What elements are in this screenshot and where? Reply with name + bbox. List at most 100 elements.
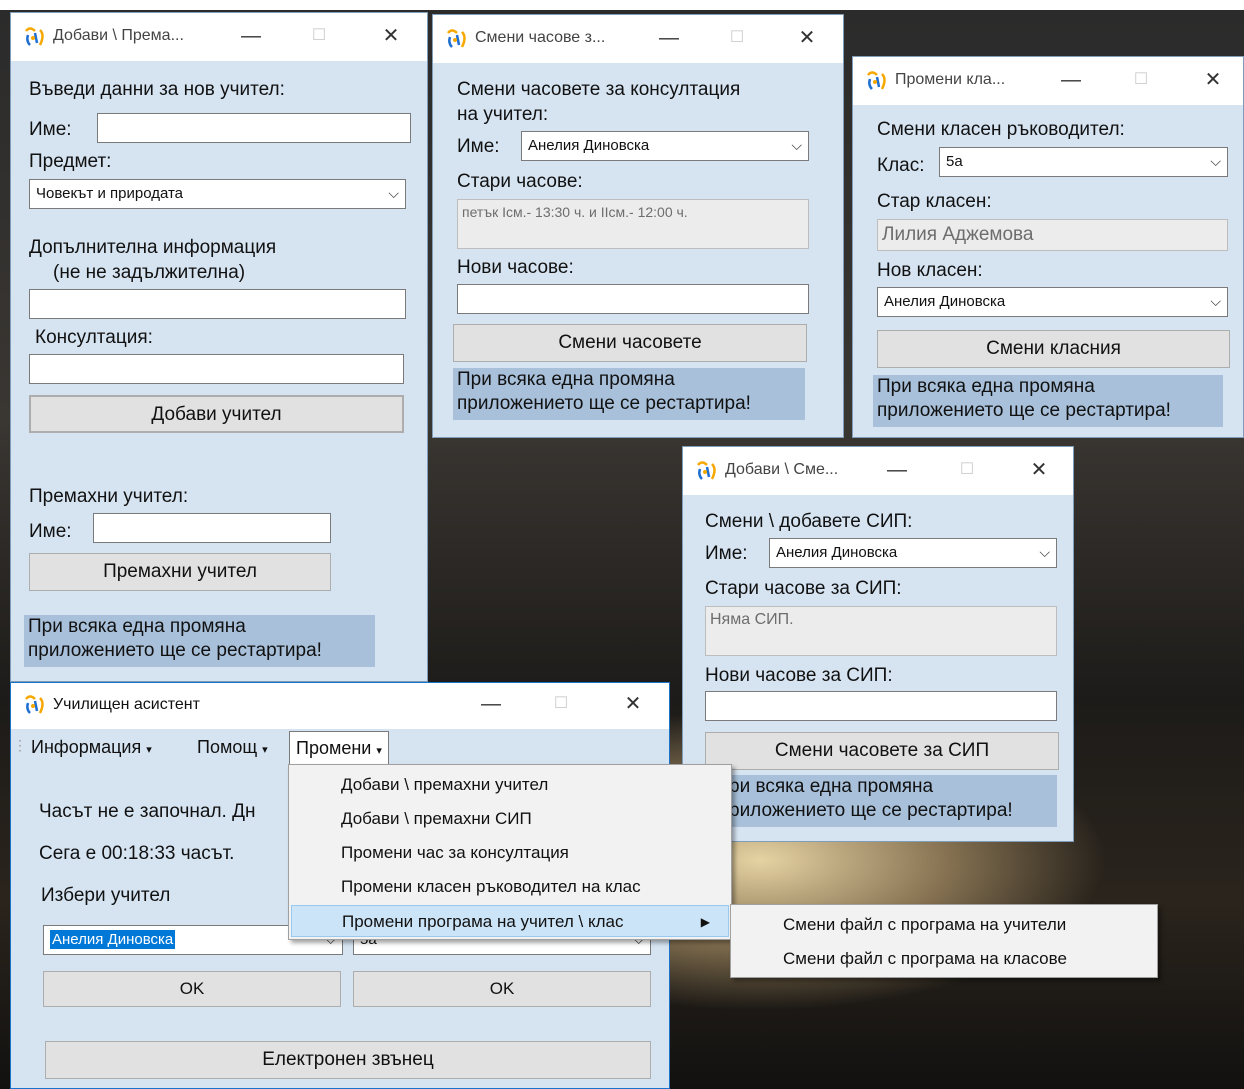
change-hours-heading-1: Смени часовете за консултация <box>457 79 741 100</box>
name-label: Име: <box>705 543 748 564</box>
window-title: Добави \ Према... <box>53 27 184 44</box>
choose-teacher-label: Избери учител <box>41 885 171 906</box>
electronic-bell-button[interactable]: Електронен звънец <box>45 1041 651 1079</box>
restart-notice: При всяка една промяна приложението ще с… <box>453 368 805 420</box>
add-teacher-heading: Въведи данни за нов учител: <box>29 79 285 100</box>
subject-select[interactable]: Човекът и природата ⌵ <box>29 179 406 209</box>
menu-item-change-class-teacher[interactable]: Промени класен ръководител на клас <box>291 871 729 903</box>
minimize-icon[interactable]: — <box>879 455 915 485</box>
close-icon[interactable]: ✕ <box>373 21 409 51</box>
menu-item-teacher-schedule-file[interactable]: Смени файл с програма на учители <box>733 909 1155 941</box>
add-change-sip-window: Добави \ Сме... — ☐ ✕ Смени \ добавете С… <box>682 446 1074 842</box>
restart-notice-line-1: ри всяка една промяна <box>729 776 934 797</box>
chevron-down-icon: ⌵ <box>388 185 399 201</box>
remove-name-input[interactable] <box>93 513 331 543</box>
class-select[interactable]: 5а ⌵ <box>939 147 1228 177</box>
ok-class-button[interactable]: OK <box>353 971 651 1007</box>
new-hours-input[interactable] <box>457 284 809 314</box>
name-input[interactable] <box>97 113 411 143</box>
remove-teacher-button[interactable]: Премахни учител <box>29 553 331 591</box>
app-icon <box>24 27 44 47</box>
old-sip-hours-display: Няма СИП. <box>705 606 1057 656</box>
minimize-icon[interactable]: — <box>1053 65 1089 95</box>
menu-item-label: Смени файл с програма на класове <box>783 949 1067 968</box>
menu-item-add-remove-sip[interactable]: Добави \ премахни СИП <box>291 803 729 835</box>
restart-notice-line-2: приложението ще се рестартира! <box>877 400 1171 421</box>
maximize-icon: ☐ <box>729 29 745 46</box>
menu-item-class-schedule-file[interactable]: Смени файл с програма на класове <box>733 943 1155 975</box>
status-text: Часът не е започнал. Дн <box>39 801 256 822</box>
consultation-input[interactable] <box>29 354 404 384</box>
class-value: 5а <box>946 153 963 170</box>
title-bar[interactable]: Добави \ Сме... — ☐ ✕ <box>683 447 1073 495</box>
title-bar[interactable]: Училищен асистент — ☐ ✕ <box>11 683 669 729</box>
new-class-teacher-label: Нов класен: <box>877 260 983 281</box>
change-class-teacher-window: Промени кла... — ☐ ✕ Смени класен ръково… <box>852 56 1244 438</box>
old-class-teacher-label: Стар класен: <box>877 191 992 212</box>
close-icon[interactable]: ✕ <box>615 689 651 719</box>
title-bar[interactable]: Смени часове з... — ☐ ✕ <box>433 15 843 63</box>
maximize-icon: ☐ <box>553 695 569 712</box>
title-bar[interactable]: Промени кла... — ☐ ✕ <box>853 57 1243 105</box>
class-label: Клас: <box>877 155 925 176</box>
menu-item-label: Промени класен ръководител на клас <box>341 877 641 896</box>
add-teacher-button[interactable]: Добави учител <box>29 395 404 433</box>
chevron-down-icon: ⌵ <box>1039 544 1050 560</box>
menu-help[interactable]: Помощ ▾ <box>197 737 268 758</box>
chevron-down-icon: ⌵ <box>1210 293 1221 309</box>
maximize-icon: ☐ <box>959 461 975 478</box>
name-label: Име: <box>29 119 72 140</box>
menu-item-add-remove-teacher[interactable]: Добави \ премахни учител <box>291 769 729 801</box>
teacher-select[interactable]: Анелия Диновска ⌵ <box>521 131 809 161</box>
restart-notice-line-2: риложението ще се рестартира! <box>729 800 1013 821</box>
restart-notice: ри всяка една промяна риложението ще се … <box>725 775 1057 827</box>
old-class-teacher-display: Лилия Аджемова <box>877 219 1228 251</box>
extra-info-optional-label: (не не задължителна) <box>53 262 246 283</box>
chevron-down-icon: ⌵ <box>1210 153 1221 169</box>
maximize-icon: ☐ <box>1133 71 1149 88</box>
subject-label: Предмет: <box>29 151 112 172</box>
consultation-label: Консултация: <box>35 327 153 348</box>
close-icon[interactable]: ✕ <box>1195 65 1231 95</box>
menu-item-label: Промени програма на учител \ клас <box>342 912 624 931</box>
close-icon[interactable]: ✕ <box>789 23 825 53</box>
minimize-icon[interactable]: — <box>233 21 269 51</box>
menu-information-label: Информация <box>31 737 142 757</box>
title-bar[interactable]: Добави \ Према... — ☐ ✕ <box>11 13 427 61</box>
old-hours-label: Стари часове: <box>457 171 583 192</box>
close-icon[interactable]: ✕ <box>1021 455 1057 485</box>
menu-information[interactable]: Информация ▾ <box>31 737 152 758</box>
app-icon <box>866 71 886 91</box>
menu-item-label: Смени файл с програма на учители <box>783 915 1067 934</box>
change-hours-window: Смени часове з... — ☐ ✕ Смени часовете з… <box>432 14 844 438</box>
menu-item-label: Добави \ премахни СИП <box>341 809 532 828</box>
new-sip-hours-label: Нови часове за СИП: <box>705 665 893 686</box>
change-sip-hours-button[interactable]: Смени часовете за СИП <box>705 732 1059 770</box>
restart-notice-line-2: приложението ще се рестартира! <box>457 393 751 414</box>
name-label: Име: <box>457 136 500 157</box>
window-title: Добави \ Сме... <box>725 461 839 478</box>
toolstrip-grip-icon: ⋮ <box>13 737 27 753</box>
teacher-value: Анелия Диновска <box>528 137 650 154</box>
change-class-teacher-button[interactable]: Смени класния <box>877 330 1230 368</box>
extra-info-input[interactable] <box>29 289 406 319</box>
restart-notice: При всяка една промяна приложението ще с… <box>24 615 375 667</box>
menu-item-label: Промени час за консултация <box>341 843 569 862</box>
current-time-text: Сега е 00:18:33 часът. <box>39 843 235 864</box>
change-hours-heading-2: на учител: <box>457 104 549 125</box>
minimize-icon[interactable]: — <box>473 689 509 719</box>
menu-change[interactable]: Промени ▾ <box>289 731 389 765</box>
menu-item-change-schedule[interactable]: Промени програма на учител \ клас ▶ <box>291 905 729 937</box>
old-hours-display: петък Iсм.- 13:30 ч. и IIсм.- 12:00 ч. <box>457 199 809 249</box>
ok-teacher-button[interactable]: OK <box>43 971 341 1007</box>
restart-notice-line-1: При всяка една промяна <box>28 616 246 637</box>
sip-teacher-select[interactable]: Анелия Диновска ⌵ <box>769 538 1057 568</box>
new-sip-hours-input[interactable] <box>705 691 1057 721</box>
chevron-down-icon: ⌵ <box>791 137 802 153</box>
menu-item-change-consultation[interactable]: Промени час за консултация <box>291 837 729 869</box>
restart-notice-line-1: При всяка една промяна <box>457 369 675 390</box>
change-hours-button[interactable]: Смени часовете <box>453 324 807 362</box>
menu-help-label: Помощ <box>197 737 258 757</box>
new-class-teacher-select[interactable]: Анелия Диновска ⌵ <box>877 287 1228 317</box>
minimize-icon[interactable]: — <box>651 23 687 53</box>
